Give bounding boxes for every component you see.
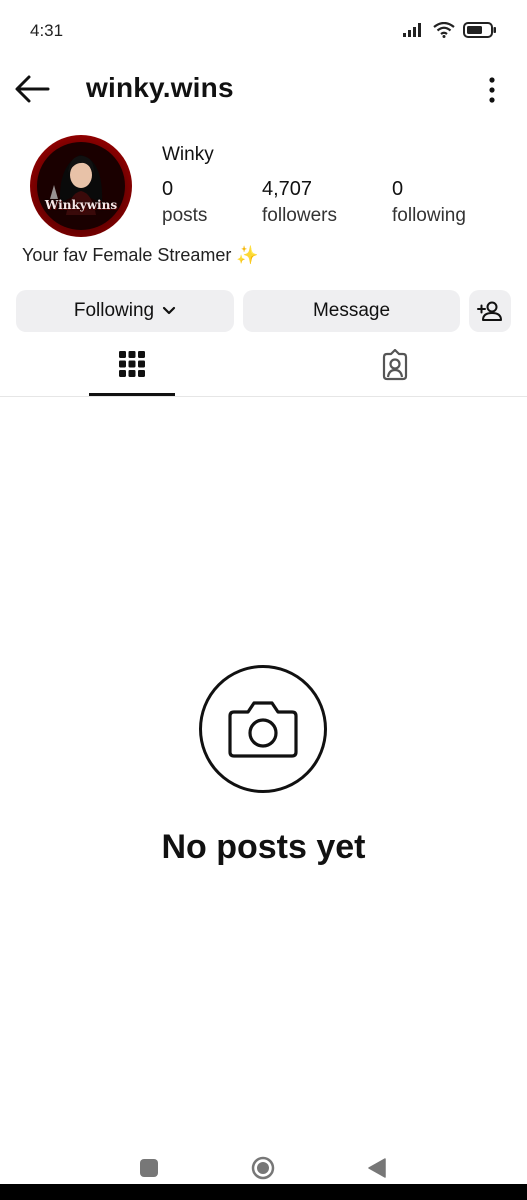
avatar-illustration [37, 142, 125, 230]
avatar-logo-text: Winkywins [44, 198, 118, 212]
profile-tabs [0, 338, 527, 397]
stat-following-label: following [392, 205, 466, 226]
avatar[interactable]: Winkywins [30, 135, 132, 237]
status-icons [403, 22, 497, 38]
display-name: Winky [162, 144, 214, 165]
system-nav-bar [0, 1140, 527, 1184]
tagged-icon [382, 349, 408, 381]
following-button[interactable]: Following [16, 290, 234, 332]
stat-posts: 0 posts [162, 178, 207, 227]
stat-followers[interactable]: 4,707 followers [262, 178, 337, 227]
stat-posts-label: posts [162, 205, 208, 226]
nav-back-icon[interactable] [367, 1157, 387, 1179]
signal-icon [403, 23, 421, 37]
stat-followers-value: 4,707 [262, 178, 313, 200]
profile-username: winky.wins [86, 72, 234, 103]
add-user-icon [477, 301, 502, 321]
more-options-icon[interactable] [487, 76, 497, 104]
add-user-button[interactable] [469, 290, 511, 332]
back-arrow-icon[interactable] [14, 74, 50, 104]
empty-state-text: No posts yet [161, 828, 366, 866]
top-bar: winky.wins [0, 62, 527, 118]
grid-icon [119, 351, 145, 377]
message-button-label: Message [312, 300, 391, 321]
stat-posts-value: 0 [162, 178, 174, 200]
stat-following-value: 0 [392, 178, 404, 200]
status-bar: 4:31 [0, 0, 527, 62]
stat-following[interactable]: 0 following [392, 178, 466, 227]
chevron-down-icon [163, 306, 176, 315]
empty-state-icon-circle [199, 665, 327, 793]
profile-bio: Your fav Female Streamer ✨ [22, 245, 259, 265]
bottom-edge [0, 1184, 527, 1200]
message-button[interactable]: Message [243, 290, 460, 332]
camera-icon [228, 701, 298, 758]
tab-posts-grid[interactable] [89, 338, 175, 396]
battery-icon [463, 22, 496, 38]
following-button-label: Following [73, 300, 155, 321]
tab-tagged[interactable] [351, 338, 437, 396]
recent-apps-icon[interactable] [140, 1159, 158, 1177]
home-icon[interactable] [251, 1156, 275, 1180]
stat-followers-label: followers [262, 205, 337, 226]
status-time: 4:31 [30, 21, 64, 40]
wifi-icon [433, 22, 455, 38]
